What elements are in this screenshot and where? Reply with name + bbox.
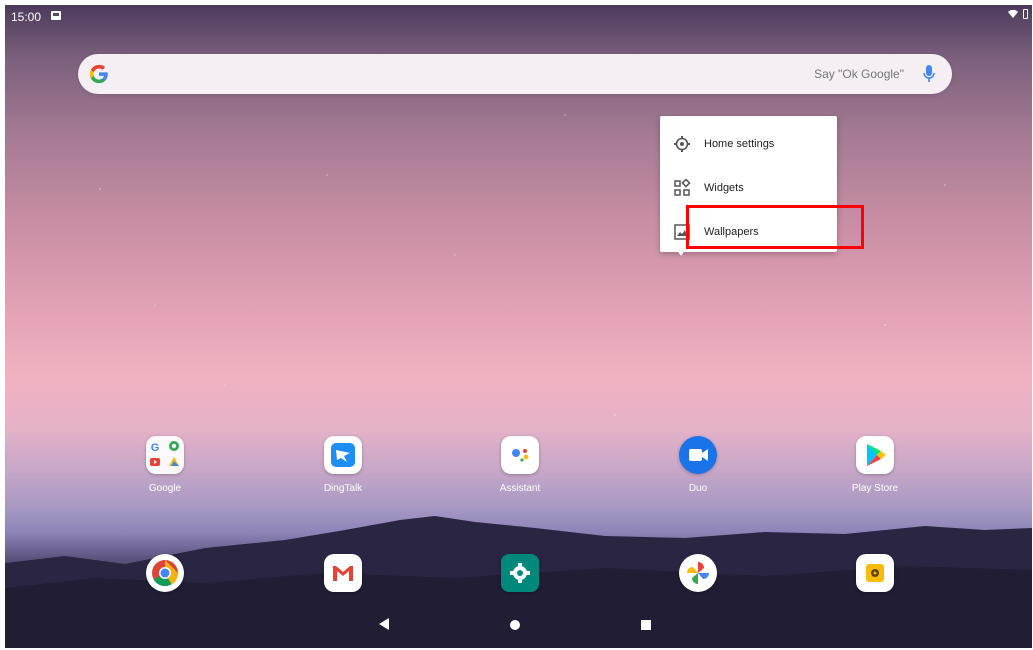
dock-gmail[interactable]: [303, 554, 383, 592]
app-label: Play Store: [851, 483, 899, 494]
google-search-bar[interactable]: Say "Ok Google": [78, 54, 952, 94]
photos-icon: [679, 554, 717, 592]
app-label: Duo: [688, 483, 708, 494]
dock-settings[interactable]: [480, 554, 560, 592]
mic-icon[interactable]: [922, 64, 936, 84]
app-google-folder[interactable]: G Google: [125, 436, 205, 494]
app-duo[interactable]: Duo: [658, 436, 738, 494]
chrome-icon: [146, 554, 184, 592]
app-label: DingTalk: [323, 483, 363, 494]
widgets-icon: [674, 179, 691, 196]
nav-back-button[interactable]: [379, 618, 389, 630]
dock-photos[interactable]: [658, 554, 738, 592]
settings-icon: [501, 554, 539, 592]
wallpapers-highlight-box: [686, 205, 864, 249]
menu-item-label: Widgets: [704, 182, 744, 194]
menu-item-label: Home settings: [704, 138, 775, 150]
dingtalk-icon: [324, 436, 362, 474]
wifi-icon: [1008, 9, 1018, 18]
popup-pointer: [677, 250, 685, 256]
battery-icon: [1023, 9, 1028, 19]
app-assistant[interactable]: Assistant: [480, 436, 560, 494]
play-store-icon: [856, 436, 894, 474]
status-bar: 15:00: [5, 5, 1032, 27]
status-time: 15:00: [11, 10, 42, 24]
search-hint: Say "Ok Google": [814, 67, 904, 81]
app-dingtalk[interactable]: DingTalk: [303, 436, 383, 494]
menu-item-home-settings[interactable]: Home settings: [660, 122, 837, 166]
duo-icon: [679, 436, 717, 474]
app-label: Google: [148, 483, 182, 494]
dock-chrome[interactable]: [125, 554, 205, 592]
gear-icon: [674, 136, 690, 152]
nav-home-button[interactable]: [510, 620, 520, 630]
gmail-icon: [324, 554, 362, 592]
menu-item-widgets[interactable]: Widgets: [660, 166, 837, 210]
google-folder-icon: G: [146, 436, 184, 474]
dock-camera[interactable]: [835, 554, 915, 592]
app-label: Assistant: [499, 483, 541, 494]
home-screen: [5, 5, 1032, 648]
camera-icon: [856, 554, 894, 592]
assistant-icon: [501, 436, 539, 474]
app-play-store[interactable]: Play Store: [835, 436, 915, 494]
svg-text:G: G: [151, 442, 160, 454]
notification-icon: [51, 11, 61, 20]
google-g-icon: [89, 64, 108, 84]
nav-recents-button[interactable]: [641, 620, 651, 630]
